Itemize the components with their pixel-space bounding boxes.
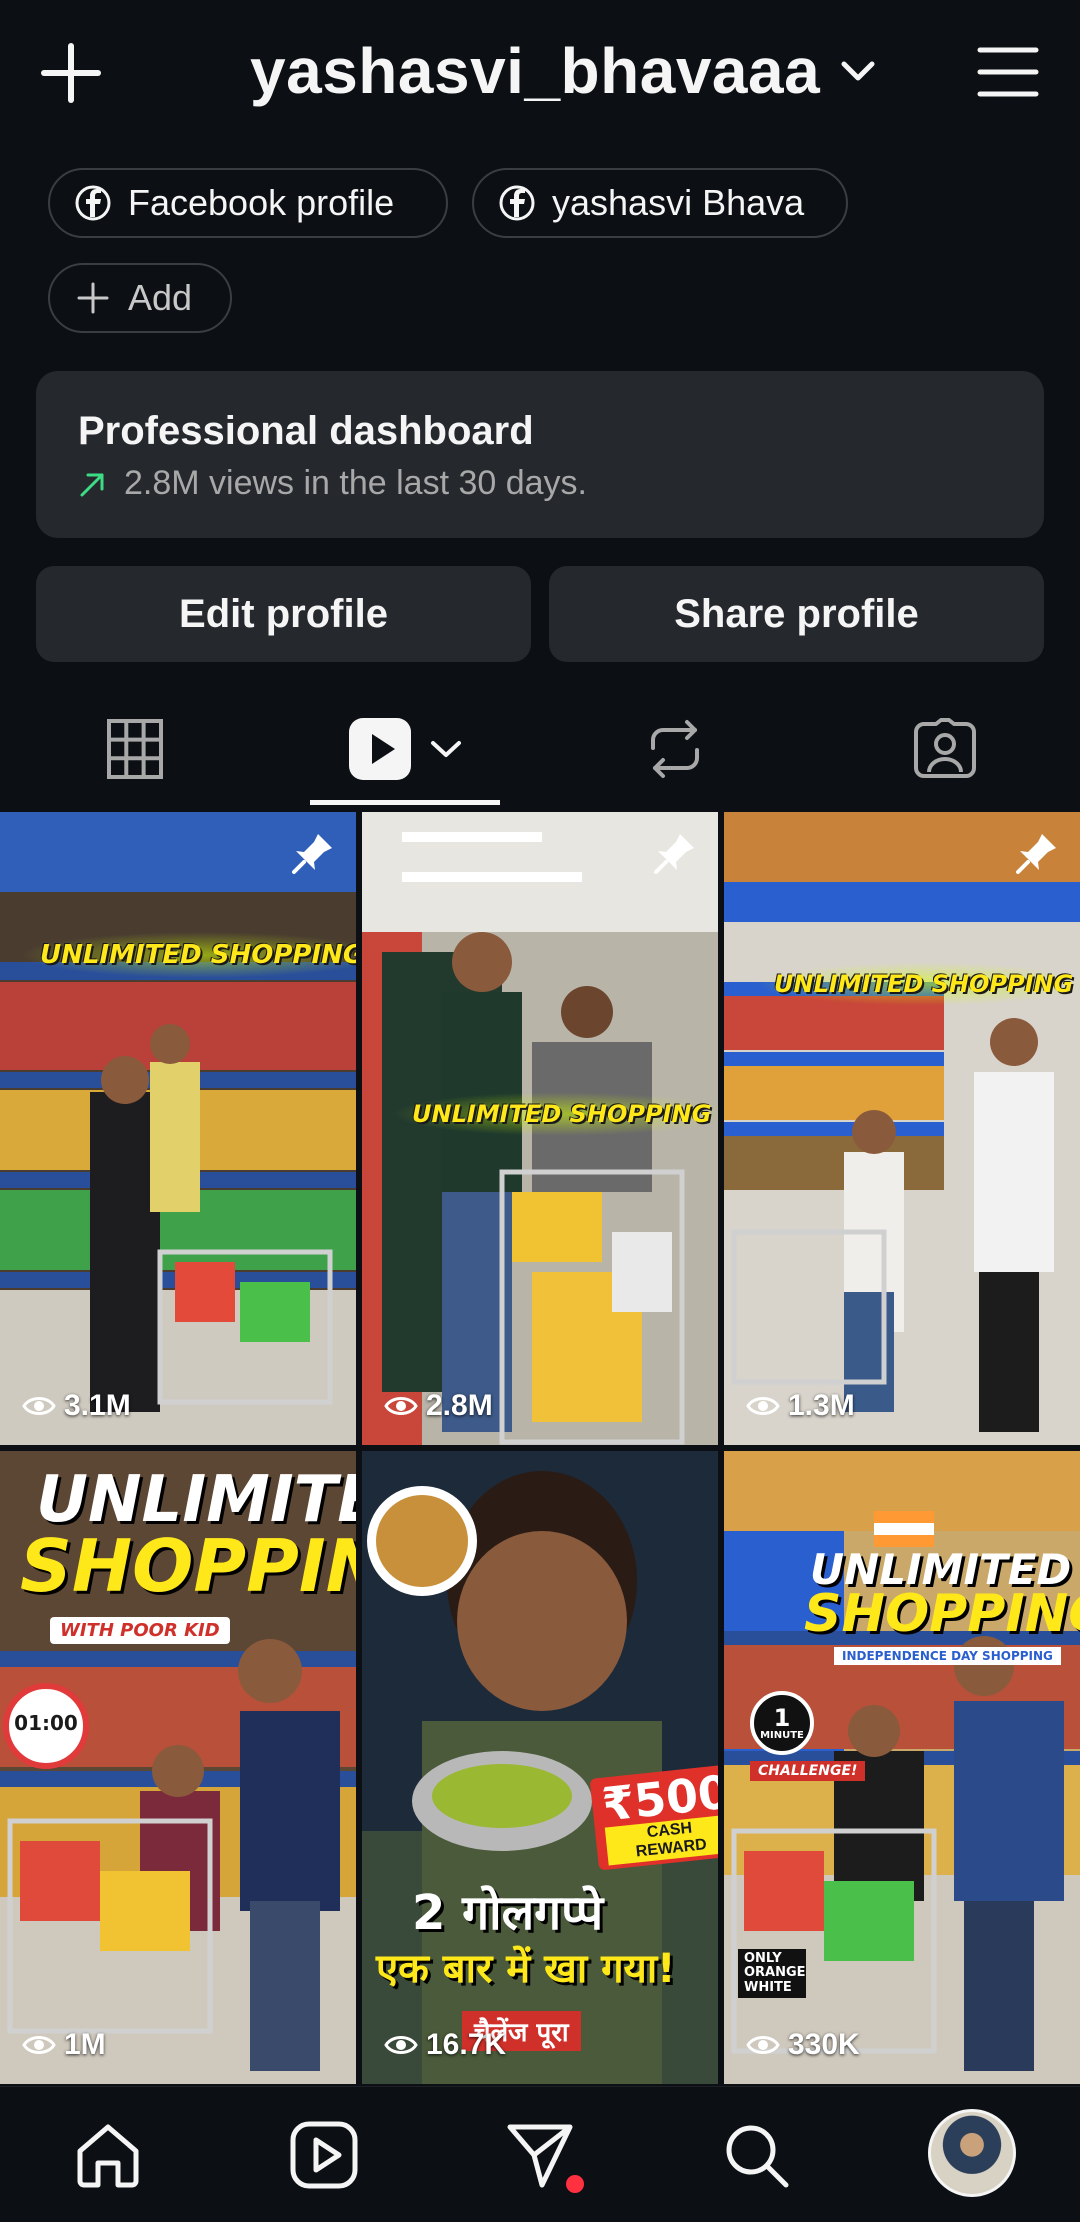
view-count: 1M — [64, 2028, 106, 2061]
dashboard-subtitle: 2.8M views in the last 30 days. — [124, 464, 588, 502]
timer-unit: MINUTE — [760, 1729, 804, 1741]
reels-grid: UNLIMITED SHOPPING 3.1M UNLIMITED SHOPPI… — [0, 812, 1080, 2084]
search-icon — [726, 2125, 789, 2188]
minute-timer-badge: 1 MINUTE — [750, 1691, 814, 1755]
nav-search[interactable] — [716, 2115, 796, 2195]
eye-icon — [22, 2036, 56, 2054]
eye-icon — [384, 1397, 418, 1415]
reels-icon — [349, 718, 411, 780]
professional-dashboard-card[interactable]: Professional dashboard 2.8M views in the… — [36, 371, 1044, 538]
username[interactable]: yashasvi_bhavaaa — [250, 34, 820, 108]
reel-overlay-title-line2: SHOPPING — [804, 1584, 1080, 1644]
chevron-down-icon — [431, 741, 461, 757]
tab-grid[interactable] — [0, 690, 270, 808]
view-count-row: 3.1M — [22, 1389, 131, 1423]
nav-home[interactable] — [68, 2115, 148, 2195]
reel-thumbnail[interactable]: UNLIMITED SHOPPING 2.8M — [362, 812, 718, 1445]
selected-tab-indicator — [310, 800, 500, 805]
notification-dot — [566, 2175, 584, 2193]
plus-icon — [77, 282, 109, 314]
tab-reels[interactable] — [270, 690, 540, 808]
reward-amount: ₹500 — [599, 1764, 718, 1832]
share-profile-button[interactable]: Share profile — [549, 566, 1044, 662]
reel-overlay-text: UNLIMITED SHOPPING — [754, 962, 1080, 1006]
reel-overlay-title-line2: SHOPPING — [20, 1524, 356, 1608]
pin-icon — [1016, 834, 1056, 874]
pin-icon — [292, 834, 332, 874]
facebook-page-label: yashasvi Bhava — [552, 182, 805, 223]
reel-hindi-line1: 2 गोलगप्पे — [412, 1885, 604, 1941]
add-link-button[interactable]: Add — [48, 263, 232, 333]
thumbnail-image — [724, 812, 1080, 1445]
reel-hindi-line2: एक बार में खा गया! — [376, 1946, 676, 1992]
view-count: 3.1M — [64, 1389, 131, 1422]
dashboard-title: Professional dashboard — [78, 409, 534, 453]
reel-overlay-title-line1: UNLIMITED — [36, 1463, 356, 1537]
profile-tabs — [0, 690, 1080, 808]
reel-thumbnail[interactable]: UNLIMITED SHOPPING 1.3M — [724, 812, 1080, 1445]
home-icon — [77, 2124, 139, 2188]
view-count: 2.8M — [426, 1389, 493, 1422]
view-count-row: 1.3M — [746, 1389, 855, 1423]
view-count: 1.3M — [788, 1389, 855, 1422]
tab-tagged[interactable] — [810, 690, 1080, 808]
cash-reward-badge: ₹500 CASH REWARD — [589, 1763, 718, 1871]
direct-message-icon — [507, 2124, 573, 2188]
pin-icon — [654, 834, 694, 874]
facebook-icon — [75, 185, 111, 221]
view-count: 16.7K — [426, 2028, 507, 2061]
repost-icon — [651, 720, 699, 778]
corner-note: ONLY ORANGE WHITE — [738, 1949, 806, 1998]
chevron-down-icon[interactable] — [840, 58, 876, 86]
edit-profile-button[interactable]: Edit profile — [36, 566, 531, 662]
reel-overlay-text: UNLIMITED SHOPPING — [20, 932, 356, 978]
nav-reels[interactable] — [284, 2115, 364, 2195]
view-count-row: 330K — [746, 2028, 860, 2062]
bottom-navigation — [0, 2086, 1080, 2222]
facebook-icon — [499, 185, 535, 221]
eye-icon — [746, 2036, 780, 2054]
reel-tagline: WITH POOR KID — [50, 1617, 230, 1644]
reel-timer: 01:00 — [14, 1711, 78, 1735]
eye-icon — [746, 1397, 780, 1415]
facebook-profile-label: Facebook profile — [128, 182, 395, 223]
reel-thumbnail[interactable]: UNLIMITED SHOPPING WITH POOR KID 01:00 1… — [0, 1451, 356, 2084]
reel-tagline: INDEPENDENCE DAY SHOPPING — [834, 1647, 1061, 1665]
view-count-row: 1M — [22, 2028, 106, 2062]
reel-overlay-text: UNLIMITED SHOPPING — [392, 1092, 718, 1136]
eye-icon — [22, 1397, 56, 1415]
facebook-profile-link[interactable]: Facebook profile — [48, 168, 448, 238]
reel-thumbnail[interactable]: ₹500 CASH REWARD 2 गोलगप्पे एक बार में ख… — [362, 1451, 718, 2084]
view-count: 330K — [788, 2028, 860, 2061]
timer-number: 1 — [773, 1703, 791, 1732]
plus-icon[interactable] — [38, 40, 104, 106]
reel-thumbnail[interactable]: UNLIMITED SHOPPING 3.1M — [0, 812, 356, 1445]
trending-up-arrow-icon — [80, 473, 104, 496]
avatar[interactable] — [928, 2109, 1016, 2197]
dashboard-subtitle-row: 2.8M views in the last 30 days. — [78, 464, 1002, 503]
grid-icon — [107, 719, 163, 779]
challenge-label: CHALLENGE! — [750, 1761, 866, 1781]
eye-icon — [384, 2036, 418, 2054]
reels-icon — [290, 2121, 358, 2189]
reel-thumbnail[interactable]: UNLIMITED SHOPPING INDEPENDENCE DAY SHOP… — [724, 1451, 1080, 2084]
tab-reposts[interactable] — [540, 690, 810, 808]
thumbnail-image — [0, 812, 356, 1445]
profile-header: yashasvi_bhavaaa — [0, 0, 1080, 150]
facebook-page-link[interactable]: yashasvi Bhava — [472, 168, 848, 238]
add-label: Add — [128, 277, 193, 318]
view-count-row: 2.8M — [384, 1389, 493, 1423]
hamburger-menu-icon[interactable] — [976, 40, 1040, 104]
tagged-icon — [914, 718, 976, 778]
view-count-row: 16.7K — [384, 2028, 506, 2062]
